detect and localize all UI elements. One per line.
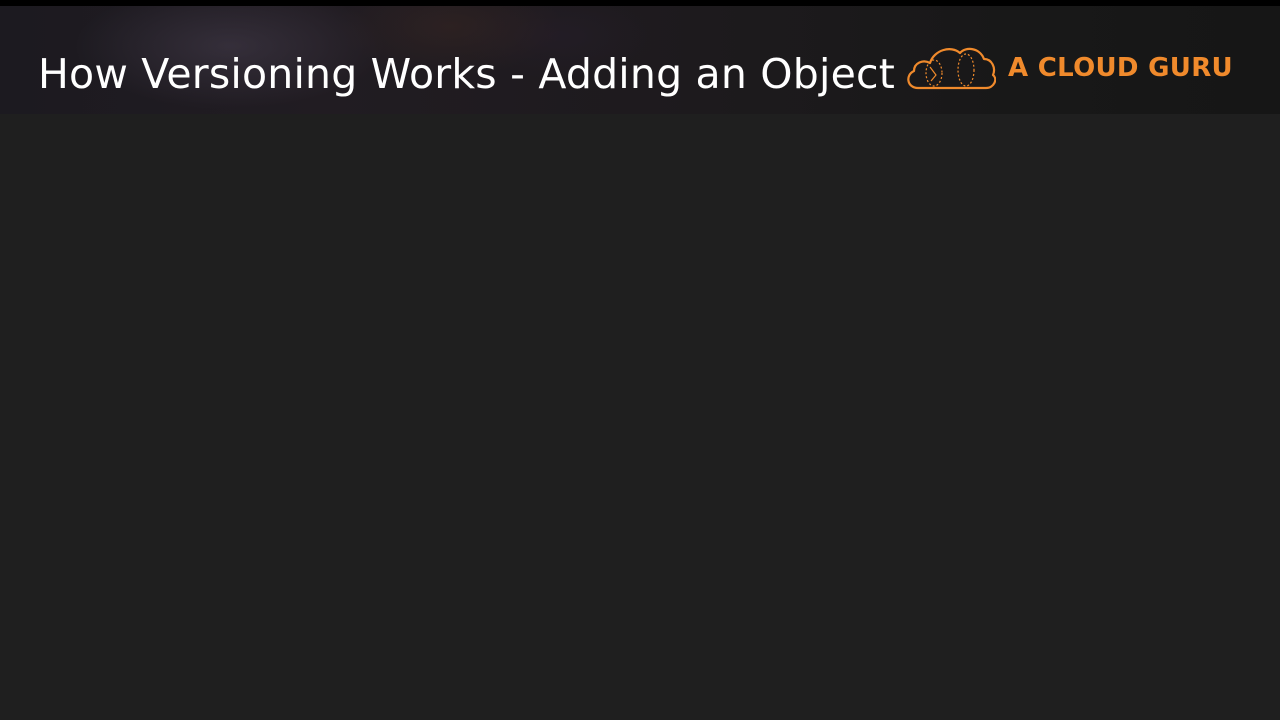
- slide-content-area: [0, 114, 1280, 720]
- slide-title: How Versioning Works - Adding an Object: [38, 50, 896, 98]
- slide: How Versioning Works - Adding an Object …: [0, 0, 1280, 720]
- brand-logo: A CLOUD GURU: [904, 42, 1233, 94]
- cloud-logo-icon: [907, 47, 996, 90]
- brand-name: A CLOUD GURU: [1008, 53, 1233, 83]
- slide-header: How Versioning Works - Adding an Object …: [0, 6, 1280, 114]
